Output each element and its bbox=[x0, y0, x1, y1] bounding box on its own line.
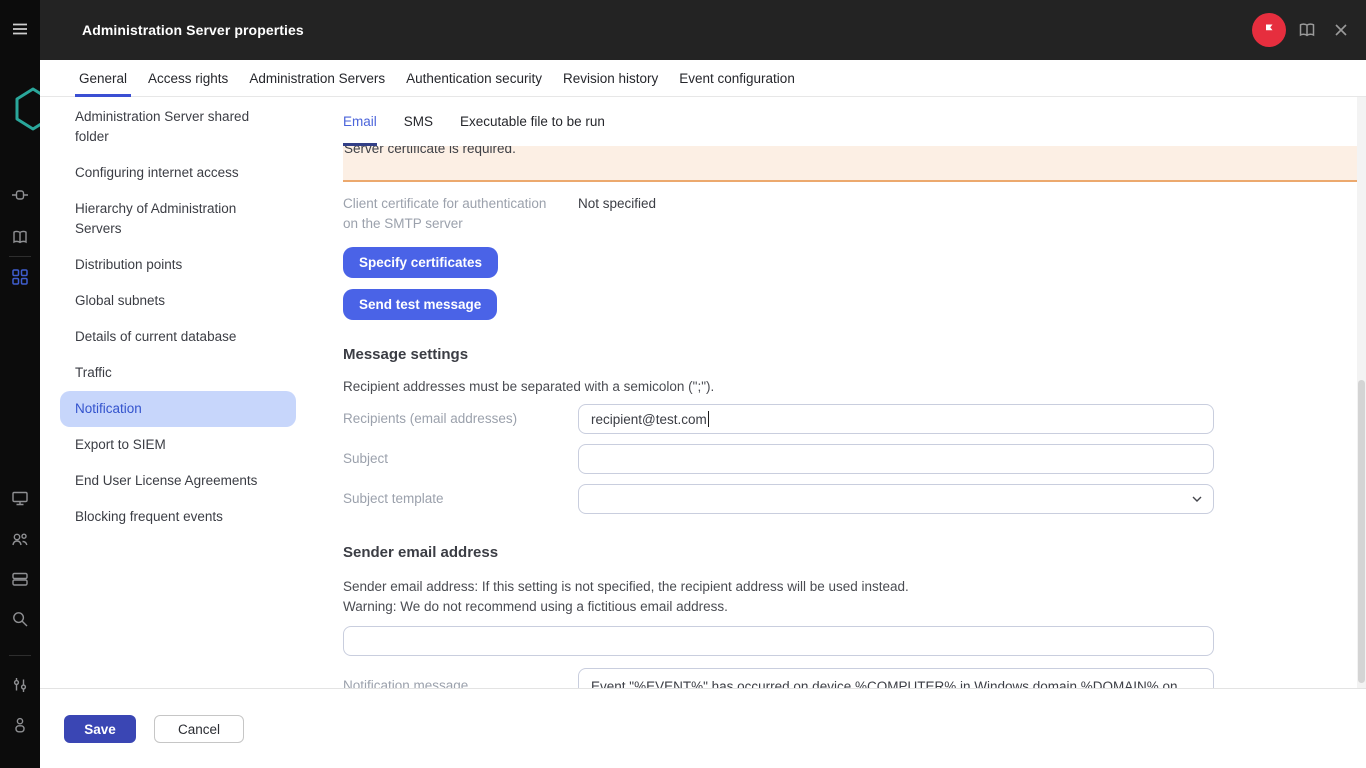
users-icon[interactable] bbox=[11, 530, 29, 548]
sidebar-item-traffic[interactable]: Traffic bbox=[60, 355, 296, 391]
sender-email-heading: Sender email address bbox=[343, 544, 1357, 561]
connection-icon[interactable] bbox=[11, 186, 29, 204]
console-settings-icon[interactable] bbox=[11, 676, 29, 694]
subtab-sms[interactable]: SMS bbox=[404, 97, 433, 146]
devices-icon[interactable] bbox=[11, 489, 29, 507]
client-certificate-value: Not specified bbox=[578, 194, 656, 234]
sidebar-item-notification[interactable]: Notification bbox=[60, 391, 296, 427]
subtab-email[interactable]: Email bbox=[343, 97, 377, 146]
sidebar-item-export-to-siem[interactable]: Export to SIEM bbox=[60, 427, 296, 463]
sidebar-item-current-database[interactable]: Details of current database bbox=[60, 319, 296, 355]
recipients-hint: Recipient addresses must be separated wi… bbox=[343, 379, 1357, 394]
notification-message-label: Notification message bbox=[343, 676, 578, 688]
tab-general[interactable]: General bbox=[79, 60, 127, 96]
dialog-tabbar: General Access rights Administration Ser… bbox=[40, 60, 1366, 97]
dialog-title: Administration Server properties bbox=[82, 0, 304, 60]
sidebar-item-global-subnets[interactable]: Global subnets bbox=[60, 283, 296, 319]
help-book-icon[interactable] bbox=[1290, 13, 1324, 47]
left-nav-rail bbox=[0, 0, 40, 768]
cancel-button[interactable]: Cancel bbox=[154, 715, 244, 743]
recipients-value: recipient@test.com bbox=[591, 412, 707, 427]
apps-grid-icon[interactable] bbox=[11, 268, 29, 286]
save-button[interactable]: Save bbox=[64, 715, 136, 743]
content-scroll-area: Email SMS Executable file to be run Serv… bbox=[343, 97, 1357, 688]
scrollbar-thumb[interactable] bbox=[1358, 380, 1365, 683]
recipients-label: Recipients (email addresses) bbox=[343, 409, 578, 429]
sidebar-item-blocking-frequent-events[interactable]: Blocking frequent events bbox=[60, 499, 296, 535]
notification-message-textarea[interactable]: Event "%EVENT%" has occurred on device %… bbox=[578, 668, 1214, 688]
kaspersky-logo bbox=[14, 86, 40, 132]
sender-email-input[interactable] bbox=[343, 626, 1214, 656]
banner-text: Server certificate is required. bbox=[344, 146, 1357, 159]
tab-event-configuration[interactable]: Event configuration bbox=[679, 60, 795, 96]
sender-email-description: Sender email address: If this setting is… bbox=[343, 577, 1357, 617]
storage-icon[interactable] bbox=[11, 570, 29, 588]
subject-template-row: Subject template bbox=[343, 484, 1357, 514]
client-certificate-row: Client certificate for authentication on… bbox=[343, 194, 1357, 234]
subject-label: Subject bbox=[343, 449, 578, 469]
book-icon[interactable] bbox=[11, 228, 29, 246]
text-caret bbox=[708, 411, 710, 427]
recipients-input[interactable]: recipient@test.com bbox=[578, 404, 1214, 434]
search-icon[interactable] bbox=[11, 610, 29, 628]
message-settings-heading: Message settings bbox=[343, 346, 1357, 363]
settings-sidebar: Administration Server shared folder Conf… bbox=[60, 99, 343, 688]
tab-revision-history[interactable]: Revision history bbox=[563, 60, 658, 96]
tab-administration-servers[interactable]: Administration Servers bbox=[249, 60, 385, 96]
client-certificate-label: Client certificate for authentication on… bbox=[343, 194, 578, 234]
notification-subtabs: Email SMS Executable file to be run bbox=[343, 97, 1357, 146]
certificate-warning-banner: Server certificate is required. bbox=[343, 146, 1357, 182]
specify-certificates-button[interactable]: Specify certificates bbox=[343, 247, 498, 278]
rail-divider bbox=[9, 655, 31, 656]
vertical-scrollbar[interactable] bbox=[1357, 97, 1366, 688]
send-test-message-button[interactable]: Send test message bbox=[343, 289, 497, 320]
subject-template-label: Subject template bbox=[343, 489, 578, 509]
rail-divider bbox=[9, 256, 31, 257]
notification-message-row: Notification message Event "%EVENT%" has… bbox=[343, 668, 1357, 688]
close-icon[interactable] bbox=[1324, 13, 1358, 47]
tab-authentication-security[interactable]: Authentication security bbox=[406, 60, 542, 96]
recipients-row: Recipients (email addresses) recipient@t… bbox=[343, 404, 1357, 434]
account-icon[interactable] bbox=[11, 716, 29, 734]
sidebar-item-hierarchy[interactable]: Hierarchy of Administration Servers bbox=[60, 191, 296, 247]
menu-icon[interactable] bbox=[11, 20, 29, 38]
sender-description-line2: Warning: We do not recommend using a fic… bbox=[343, 597, 1357, 617]
subject-row: Subject bbox=[343, 444, 1357, 474]
subject-input[interactable] bbox=[578, 444, 1214, 474]
sidebar-item-distribution-points[interactable]: Distribution points bbox=[60, 247, 296, 283]
dialog-footer: Save Cancel bbox=[40, 688, 1366, 768]
subtab-executable-file[interactable]: Executable file to be run bbox=[460, 97, 605, 146]
sidebar-item-eula[interactable]: End User License Agreements bbox=[60, 463, 296, 499]
flag-icon[interactable] bbox=[1252, 13, 1286, 47]
sender-description-line1: Sender email address: If this setting is… bbox=[343, 577, 1357, 597]
tab-access-rights[interactable]: Access rights bbox=[148, 60, 228, 96]
subject-template-select[interactable] bbox=[578, 484, 1214, 514]
dialog-titlebar: Administration Server properties bbox=[40, 0, 1366, 60]
sidebar-item-shared-folder[interactable]: Administration Server shared folder bbox=[60, 99, 296, 155]
sidebar-item-internet-access[interactable]: Configuring internet access bbox=[60, 155, 296, 191]
